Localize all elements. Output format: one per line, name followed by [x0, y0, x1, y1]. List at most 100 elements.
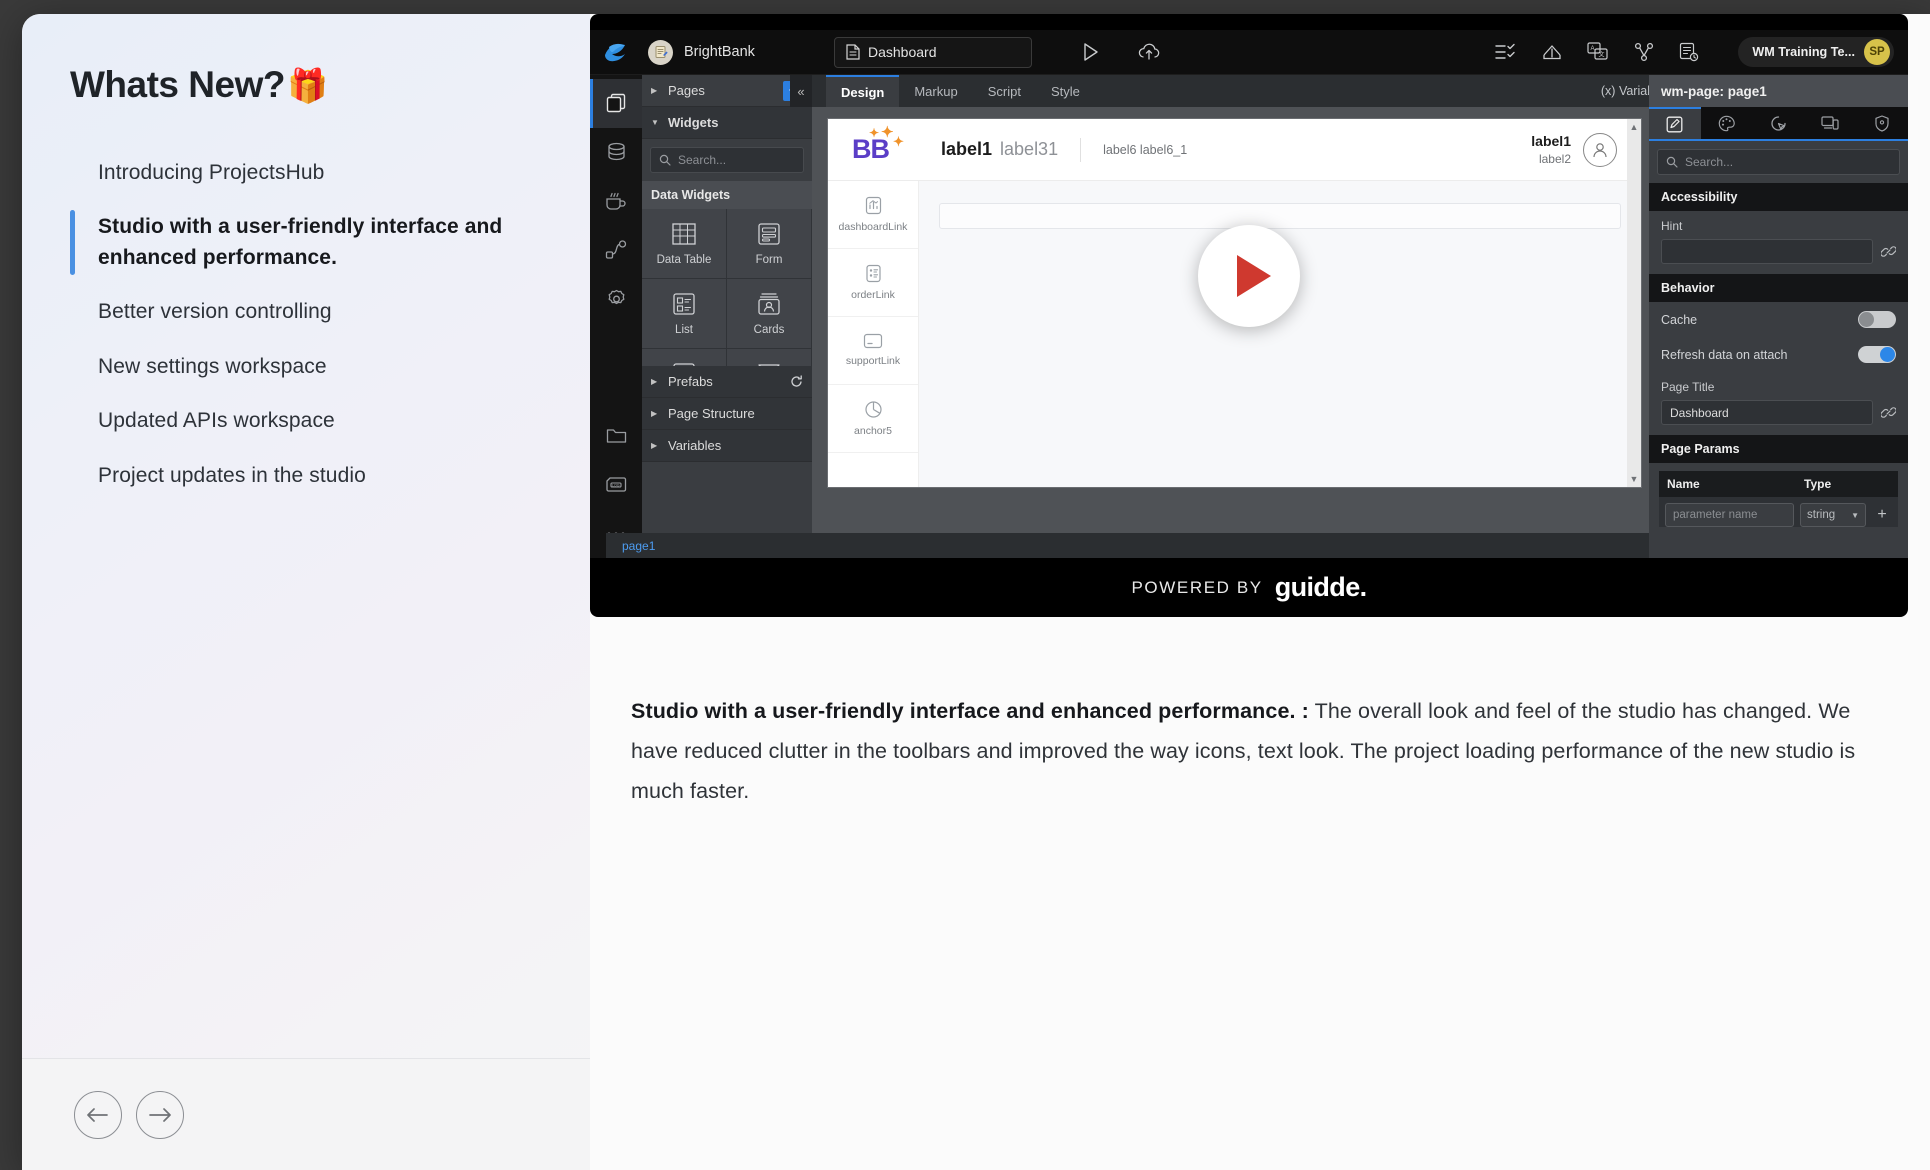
scroll-down-icon[interactable]: ▼: [1630, 474, 1639, 484]
bind-link-icon[interactable]: [1881, 244, 1896, 259]
properties-search-input[interactable]: Search...: [1657, 149, 1900, 175]
checklist-icon[interactable]: [1495, 43, 1517, 61]
play-button[interactable]: [1198, 225, 1300, 327]
export-icon[interactable]: [1542, 42, 1562, 62]
rail-settings-icon[interactable]: [590, 275, 642, 324]
sidebar-item-settings-workspace[interactable]: New settings workspace: [70, 340, 546, 394]
page-chip[interactable]: Dashboard: [834, 36, 1032, 68]
variables-accordion[interactable]: ▶ Variables: [642, 430, 812, 462]
list-icon: [673, 293, 695, 315]
widget-data-table[interactable]: Data Table: [642, 209, 727, 279]
sidebar-content: Whats New? 🎁 Introducing ProjectsHub Stu…: [22, 14, 590, 1058]
page-chip-label: Dashboard: [868, 44, 937, 60]
add-param-button[interactable]: +: [1872, 506, 1892, 524]
rail-resources-icon[interactable]: [590, 411, 642, 460]
chevron-right-icon: ▶: [651, 441, 658, 450]
preview-user-labels: label1 label2: [1531, 133, 1571, 166]
page-title-input[interactable]: Dashboard: [1661, 400, 1873, 425]
widget-list[interactable]: List: [642, 279, 727, 349]
chevron-right-icon: ▶: [651, 409, 658, 418]
rail-workflows-icon[interactable]: [590, 226, 642, 275]
sidebar-item-apis-workspace[interactable]: Updated APIs workspace: [70, 394, 546, 448]
pages-accordion[interactable]: ▶ Pages +: [642, 75, 812, 107]
preview-link-dashboard[interactable]: dashboardLink: [828, 181, 918, 249]
next-button[interactable]: [136, 1090, 184, 1139]
preview-link-label: anchor5: [854, 424, 892, 437]
preview-side-nav: dashboardLink orderLink supportLink anch…: [828, 181, 919, 487]
scroll-up-icon[interactable]: ▲: [1630, 122, 1639, 132]
preview-header: BB ✦ ✦ ✦ label1 label31 label6 label6_1: [828, 119, 1641, 181]
wavemaker-logo-icon[interactable]: [590, 41, 642, 63]
logs-icon: LOG: [606, 476, 627, 492]
folder-icon: [606, 428, 626, 443]
refresh-toggle[interactable]: [1858, 346, 1896, 363]
rail-logs-icon[interactable]: LOG: [590, 460, 642, 509]
widget-form[interactable]: Form: [727, 209, 812, 279]
bind-link-icon[interactable]: [1881, 405, 1896, 420]
sidebar-item-projectshub[interactable]: Introducing ProjectsHub: [70, 146, 546, 200]
sidebar-item-studio[interactable]: Studio with a user-friendly interface an…: [70, 200, 546, 285]
tab-properties[interactable]: [1649, 107, 1701, 139]
data-widgets-section-label: Data Widgets: [642, 181, 812, 209]
preview-link-anchor[interactable]: anchor5: [828, 385, 918, 453]
team-chip[interactable]: WM Training Te... SP: [1738, 37, 1894, 67]
run-play-icon[interactable]: [1082, 42, 1100, 62]
pages-stack-icon: [606, 93, 625, 113]
project-name: BrightBank: [684, 44, 755, 60]
git-branch-icon[interactable]: [1634, 42, 1654, 62]
tab-security[interactable]: [1856, 107, 1908, 139]
page-file-icon: [846, 44, 860, 60]
cloud-upload-icon[interactable]: [1138, 42, 1160, 62]
tab-design[interactable]: Design: [826, 75, 900, 107]
rail-database-icon[interactable]: [590, 128, 642, 177]
previous-button[interactable]: [74, 1090, 122, 1139]
cache-toggle[interactable]: [1858, 311, 1896, 328]
gift-emoji-icon: 🎁: [286, 66, 328, 104]
widgets-accordion[interactable]: ▼ Widgets: [642, 107, 812, 139]
person-icon: [1593, 142, 1607, 157]
svg-text:文: 文: [1599, 50, 1605, 58]
canvas-footer-tag[interactable]: page1: [606, 533, 1649, 558]
hint-input[interactable]: [1661, 239, 1873, 264]
param-type-select[interactable]: string ▼: [1800, 503, 1866, 527]
collapse-panel-button[interactable]: «: [790, 75, 812, 107]
widget-search-input[interactable]: Search...: [650, 147, 804, 173]
tab-devices[interactable]: [1804, 107, 1856, 139]
video-player[interactable]: BrightBank Dashboard A 文 WM Training Te.…: [590, 14, 1908, 617]
app-screen: Whats New? 🎁 Introducing ProjectsHub Stu…: [0, 0, 1930, 1170]
preview-link-order[interactable]: orderLink: [828, 249, 918, 317]
user-label-1: label1: [1531, 133, 1571, 149]
user-avatar-icon: [1583, 132, 1617, 167]
sidebar-footer: [22, 1058, 590, 1170]
preview-link-support[interactable]: supportLink: [828, 317, 918, 385]
page-params-row: parameter name string ▼ +: [1659, 497, 1898, 527]
refresh-icon[interactable]: [790, 375, 803, 388]
invoice-icon: [865, 264, 881, 283]
widget-cards[interactable]: Cards: [727, 279, 812, 349]
tab-events[interactable]: [1753, 107, 1805, 139]
cursor-events-icon: [1771, 115, 1786, 131]
tab-styles[interactable]: [1701, 107, 1753, 139]
rail-pages-icon[interactable]: [590, 79, 642, 128]
play-triangle-icon: [1236, 255, 1271, 297]
page-structure-accordion[interactable]: ▶ Page Structure: [642, 398, 812, 430]
prefabs-accordion[interactable]: ▶ Prefabs: [642, 366, 812, 398]
svg-text:A: A: [1591, 46, 1595, 52]
whats-new-sidebar: Whats New? 🎁 Introducing ProjectsHub Stu…: [22, 14, 590, 1170]
project-chip[interactable]: BrightBank: [642, 39, 834, 65]
sidebar-item-version-controlling[interactable]: Better version controlling: [70, 285, 546, 339]
table-icon: [672, 223, 696, 245]
translate-icon[interactable]: A 文: [1587, 42, 1609, 62]
version-history-icon[interactable]: [1679, 42, 1699, 62]
prefabs-label: Prefabs: [668, 374, 713, 389]
param-name-input[interactable]: parameter name: [1665, 503, 1794, 527]
sidebar-item-project-updates[interactable]: Project updates in the studio: [70, 449, 546, 503]
tab-markup[interactable]: Markup: [899, 75, 972, 107]
tab-script[interactable]: Script: [973, 75, 1036, 107]
rail-java-services-icon[interactable]: [590, 177, 642, 226]
tab-style[interactable]: Style: [1036, 75, 1095, 107]
avatar[interactable]: SP: [1864, 39, 1890, 65]
canvas-scrollbar[interactable]: ▲ ▼: [1627, 119, 1641, 487]
guidde-branding: POWERED BY guidde.: [590, 558, 1908, 617]
project-avatar-icon: [648, 39, 673, 65]
